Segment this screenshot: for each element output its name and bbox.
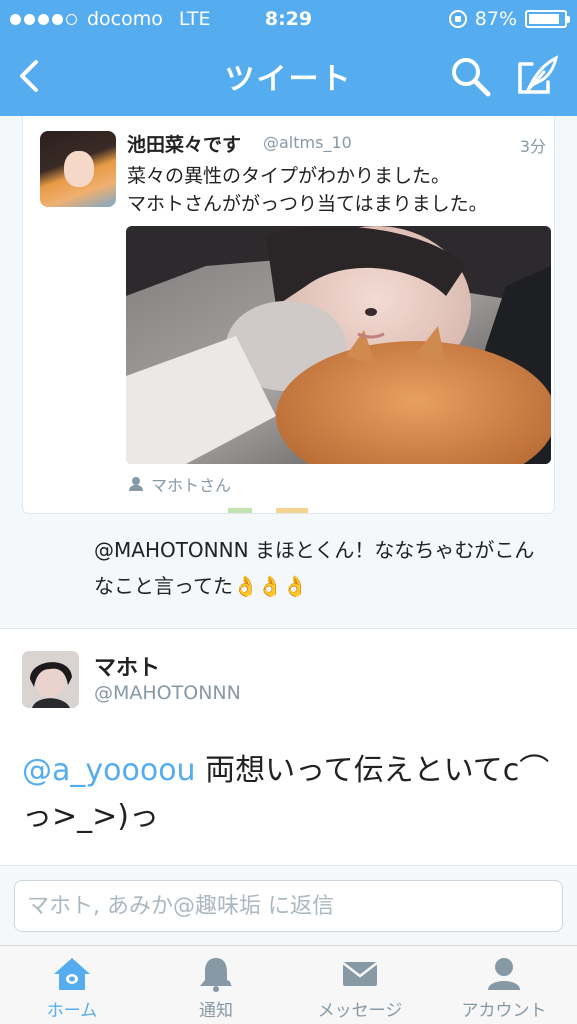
bell-icon <box>200 958 232 992</box>
compose-icon <box>518 55 559 94</box>
quoted-tweet-card[interactable]: 池田菜々です @altms_10 3分 菜々の異性のタイプがわかりました。 マホ… <box>22 116 555 514</box>
person-tag-icon <box>129 477 143 491</box>
rotation-lock-icon <box>448 10 467 28</box>
top-bar: docomo LTE 8:29 87% ツイート <box>0 0 577 116</box>
selfie-with-cat-image <box>126 226 551 464</box>
quoted-tweet-text: 菜々の異性のタイプがわかりました。 マホトさんががっつり当てはまりました。 <box>127 162 547 218</box>
search-button[interactable] <box>446 52 496 102</box>
tab-notifications[interactable]: 通知 <box>144 946 288 1024</box>
navigation-bar: ツイート <box>0 38 577 116</box>
quoted-tweet-time: 3分 <box>519 137 546 156</box>
author-handle[interactable]: @MAHOTONNN <box>94 682 241 704</box>
quoted-tweet-text-line2: マホトさんががっつり当てはまりました。 <box>127 193 488 215</box>
battery-icon <box>525 10 570 28</box>
mention-link[interactable]: @a_yoooou <box>22 753 196 788</box>
status-bar: docomo LTE 8:29 87% <box>0 0 577 38</box>
tab-messages[interactable]: メッセージ <box>288 946 432 1024</box>
tab-home-label: ホーム <box>46 1001 98 1021</box>
reply-bar <box>0 865 577 945</box>
tweet-text: @a_yoooou 両想いって伝えといてc⌒っ>_>)っ <box>22 748 552 840</box>
status-right: 87% <box>448 8 570 30</box>
tab-notifications-label: 通知 <box>199 1001 233 1021</box>
tab-bar: ホーム 通知 メッセージ アカウント <box>0 945 577 1024</box>
compose-button[interactable] <box>510 52 564 102</box>
reply-input[interactable] <box>14 880 563 932</box>
quoted-tweet-name: 池田菜々です <box>127 134 242 156</box>
photo-tag-label: マホトさん <box>151 476 232 495</box>
envelope-icon <box>342 962 378 986</box>
author-avatar[interactable] <box>22 651 79 708</box>
quoted-tweet-photo[interactable] <box>126 226 551 464</box>
person-icon <box>488 958 520 990</box>
tab-home[interactable]: ホーム <box>0 946 144 1024</box>
cropped-action-icons <box>228 508 308 513</box>
tab-account[interactable]: アカウント <box>432 946 576 1024</box>
search-icon <box>452 58 491 97</box>
author-name[interactable]: マホト <box>94 650 160 682</box>
quoted-tweet-handle: @altms_10 <box>263 133 352 152</box>
battery-percent: 87% <box>474 8 517 30</box>
quoted-tweet-avatar[interactable] <box>40 131 116 207</box>
tab-account-label: アカウント <box>461 1001 547 1021</box>
home-icon <box>54 958 90 990</box>
photo-tag[interactable]: マホトさん <box>129 472 231 496</box>
tab-messages-label: メッセージ <box>317 1001 403 1021</box>
quoted-tweet-text-line1: 菜々の異性のタイプがわかりました。 <box>127 165 451 187</box>
parent-reply-text: @MAHOTONNN まほとくん！ななちゃむがこんなこと言ってた👌👌👌 <box>94 538 535 598</box>
author-photo <box>22 651 79 708</box>
